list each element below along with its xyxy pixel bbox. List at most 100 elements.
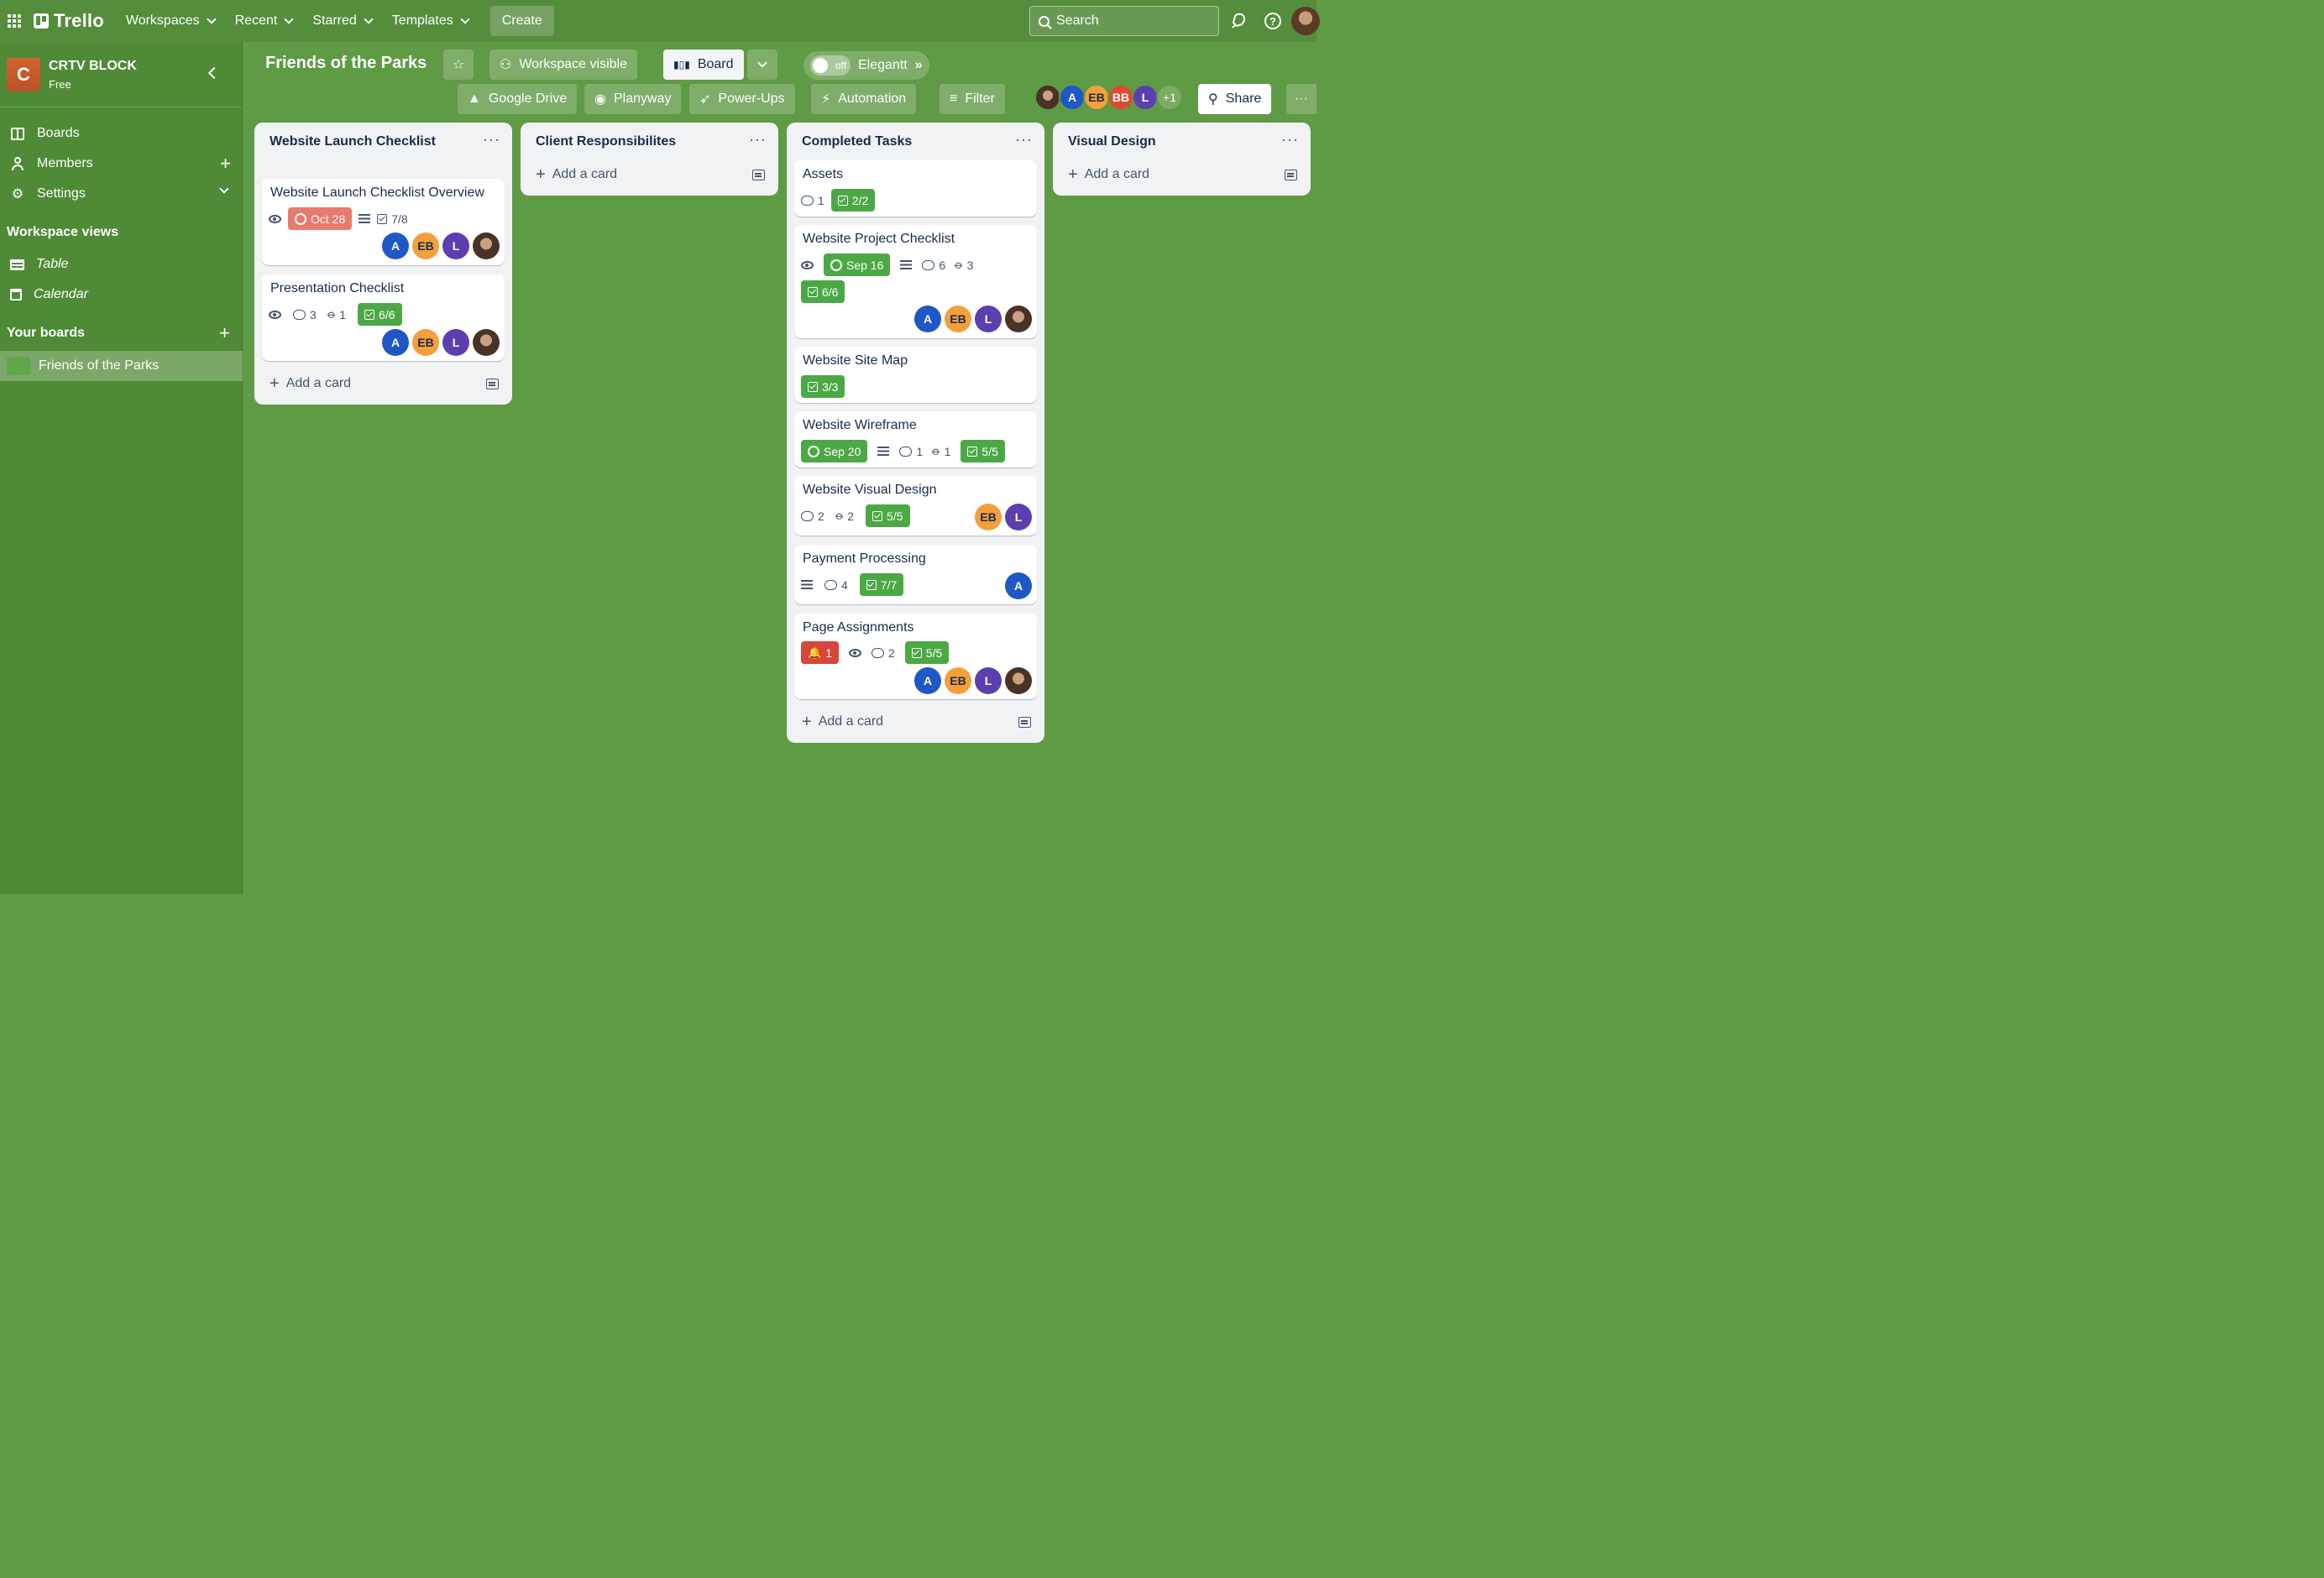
card-website-visual-design[interactable]: Website Visual Design 2 ⌀ 2 5/5 EB L xyxy=(794,476,1037,536)
card-member-avatar[interactable] xyxy=(1005,306,1032,332)
card-website-project-checklist[interactable]: Website Project Checklist Sep 16 6 ⌀ 3 6/… xyxy=(794,225,1037,338)
account-avatar[interactable] xyxy=(1291,7,1320,35)
template-icon[interactable] xyxy=(1285,170,1297,180)
clock-icon xyxy=(808,445,819,457)
add-card-label: Add a card xyxy=(552,167,618,181)
card-member-avatar[interactable]: L xyxy=(975,667,1002,694)
filter-button[interactable]: ≡ Filter xyxy=(940,84,1005,114)
card-member-avatar[interactable] xyxy=(473,233,500,259)
comment-icon xyxy=(899,446,913,457)
checklist-icon xyxy=(967,446,978,457)
card-member-avatar[interactable]: L xyxy=(975,306,1002,332)
add-board-icon[interactable]: + xyxy=(219,324,230,342)
template-icon[interactable] xyxy=(1018,717,1031,728)
list-title[interactable]: Visual Design xyxy=(1068,133,1156,151)
workspace-name[interactable]: CRTV BLOCK xyxy=(49,59,137,74)
due-date-badge[interactable]: Sep 20 xyxy=(801,440,868,462)
power-ups-button[interactable]: ➶ Power-Ups xyxy=(689,84,795,114)
board-menu-button[interactable]: ··· xyxy=(1286,84,1316,114)
add-card-button[interactable]: + Add a card xyxy=(270,375,351,392)
elegantt-toggle[interactable]: off Elegantt » xyxy=(803,51,929,80)
card-member-avatar[interactable]: A xyxy=(382,233,409,259)
automation-button[interactable]: ⚡ Automation xyxy=(811,84,917,114)
member-avatar[interactable] xyxy=(1034,84,1061,111)
list-title[interactable]: Website Launch Checklist xyxy=(270,133,437,151)
notification-icon[interactable] xyxy=(1228,11,1248,31)
card-member-avatar[interactable]: L xyxy=(1005,504,1032,530)
card-member-avatar[interactable]: EB xyxy=(945,306,971,332)
add-member-icon[interactable]: + xyxy=(220,154,231,173)
notification-badge[interactable]: 🔔 1 xyxy=(801,641,839,664)
card-member-avatar[interactable]: EB xyxy=(412,233,439,259)
due-date-badge[interactable]: Sep 16 xyxy=(824,253,891,276)
card-member-avatar[interactable] xyxy=(473,329,500,356)
card-member-avatar[interactable]: L xyxy=(442,329,469,356)
card-page-assignments[interactable]: Page Assignments 🔔 1 2 5/5 A EB L xyxy=(794,614,1037,699)
card-assets[interactable]: Assets 1 2/2 xyxy=(794,160,1037,217)
google-drive-button[interactable]: ▲ Google Drive xyxy=(458,84,578,114)
sidebar-view-calendar[interactable]: Calendar xyxy=(0,280,243,310)
card-member-avatar[interactable]: A xyxy=(914,306,941,332)
template-icon[interactable] xyxy=(486,379,499,389)
list-title[interactable]: Completed Tasks xyxy=(802,133,912,151)
member-avatar[interactable]: EB xyxy=(1083,84,1110,111)
card-member-avatar[interactable]: EB xyxy=(945,667,971,694)
templates-menu[interactable]: Templates xyxy=(382,6,479,36)
member-avatar[interactable]: BB xyxy=(1107,84,1134,111)
sidebar-item-boards[interactable]: Boards xyxy=(0,118,243,149)
app-grid-icon[interactable] xyxy=(0,0,29,42)
sidebar-view-table[interactable]: Table xyxy=(0,249,243,280)
views-dropdown[interactable] xyxy=(747,50,777,80)
visibility-button[interactable]: ⚇ Workspace visible xyxy=(489,50,637,80)
workspace-logo[interactable]: C xyxy=(7,57,40,91)
sidebar-item-settings[interactable]: ⚙ Settings xyxy=(0,179,243,209)
member-avatar[interactable]: L xyxy=(1132,84,1159,111)
card-website-launch-checklist-overview[interactable]: Website Launch Checklist Overview Oct 28… xyxy=(262,179,505,265)
list-menu-icon[interactable]: ··· xyxy=(1281,131,1299,149)
due-date-badge[interactable]: Oct 28 xyxy=(288,207,353,230)
workspaces-menu[interactable]: Workspaces xyxy=(116,6,225,36)
sidebar-item-label: Boards xyxy=(37,126,80,140)
add-card-button[interactable]: + Add a card xyxy=(1068,166,1149,183)
list-title[interactable]: Client Responsibilites xyxy=(536,133,676,151)
toggle-switch[interactable]: off xyxy=(810,55,851,76)
board-title[interactable]: Friends of the Parks xyxy=(265,54,427,73)
chevron-down-icon xyxy=(460,14,470,24)
more-members-badge[interactable]: +1 xyxy=(1156,84,1183,111)
checklist-count: 7/8 xyxy=(391,212,408,226)
planyway-button[interactable]: ◉ Planyway xyxy=(584,84,682,114)
sidebar-item-members[interactable]: Members + xyxy=(0,149,243,179)
card-payment-processing[interactable]: Payment Processing 4 7/7 A xyxy=(794,545,1037,604)
star-button[interactable]: ☆ xyxy=(443,50,474,80)
card-member-avatar[interactable] xyxy=(1005,667,1032,694)
sidebar-board-friends-of-the-parks[interactable]: Friends of the Parks xyxy=(0,351,243,381)
card-website-wireframe[interactable]: Website Wireframe Sep 20 1 ⌀ 1 5/5 xyxy=(794,411,1037,468)
member-avatar[interactable]: A xyxy=(1059,84,1086,111)
starred-menu[interactable]: Starred xyxy=(302,6,381,36)
chevron-down-icon[interactable] xyxy=(219,184,229,194)
recent-menu[interactable]: Recent xyxy=(225,6,303,36)
trello-logo[interactable]: Trello xyxy=(34,10,104,32)
card-website-site-map[interactable]: Website Site Map 3/3 xyxy=(794,347,1037,403)
help-button[interactable]: ? xyxy=(1263,11,1283,31)
search-input[interactable]: Search xyxy=(1029,6,1219,36)
comment-count: 6 xyxy=(939,258,946,272)
card-member-avatar[interactable]: A xyxy=(1005,572,1032,599)
card-member-avatar[interactable]: EB xyxy=(975,504,1002,530)
board-view-button[interactable]: ▮▯▮ Board xyxy=(663,50,744,80)
create-button[interactable]: Create xyxy=(489,6,554,36)
template-icon[interactable] xyxy=(752,170,765,180)
card-member-avatar[interactable]: EB xyxy=(412,329,439,356)
chevron-down-icon xyxy=(757,58,767,68)
sidebar: C CRTV BLOCK Free Boards Members + ⚙ Set… xyxy=(0,42,243,894)
card-presentation-checklist[interactable]: Presentation Checklist 3 ⌀ 1 6/6 A EB L xyxy=(262,274,505,361)
add-card-button[interactable]: + Add a card xyxy=(536,166,617,183)
list-menu-icon[interactable]: ··· xyxy=(483,131,500,149)
card-member-avatar[interactable]: A xyxy=(914,667,941,694)
list-menu-icon[interactable]: ··· xyxy=(1015,131,1033,149)
add-card-button[interactable]: + Add a card xyxy=(802,713,883,730)
share-button[interactable]: ⚲ Share xyxy=(1198,84,1272,114)
card-member-avatar[interactable]: L xyxy=(442,233,469,259)
list-menu-icon[interactable]: ··· xyxy=(749,131,767,149)
card-member-avatar[interactable]: A xyxy=(382,329,409,356)
